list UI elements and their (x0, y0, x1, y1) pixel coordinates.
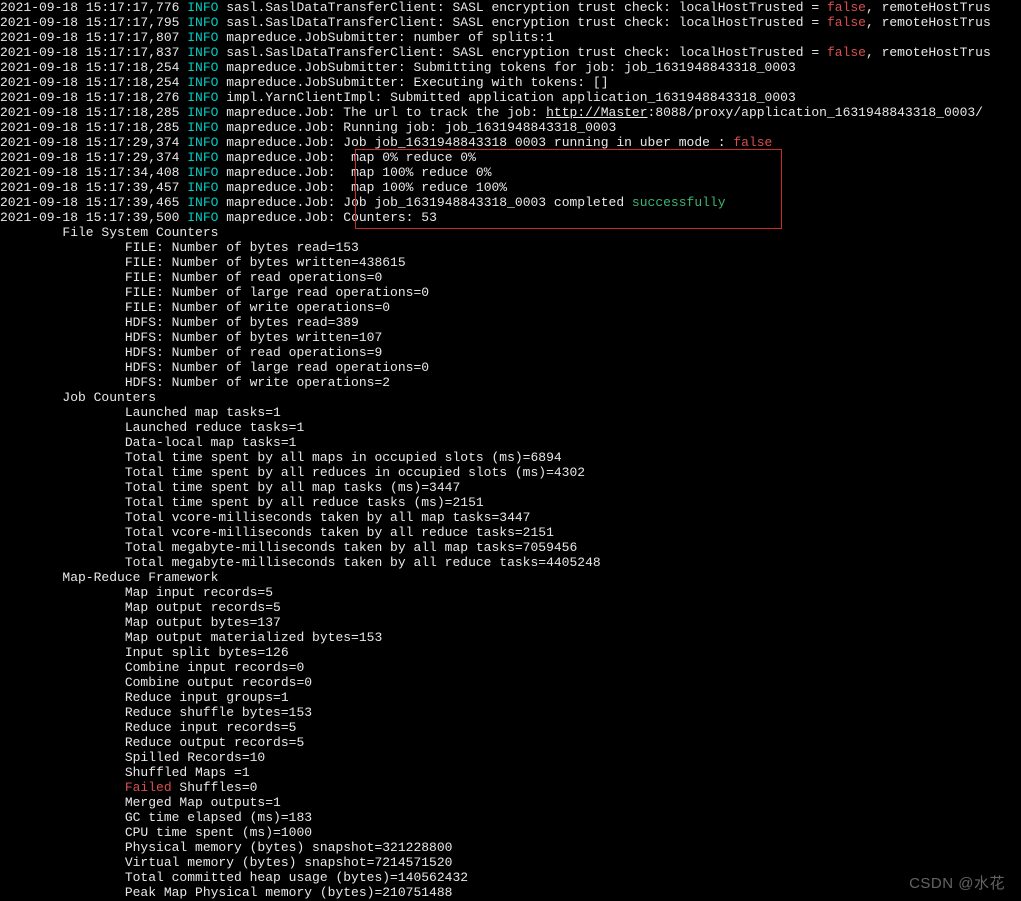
log-line: Combine input records=0 (0, 660, 1021, 675)
log-line: Failed Shuffles=0 (0, 780, 1021, 795)
log-line: 2021-09-18 15:17:34,408 INFO mapreduce.J… (0, 165, 1021, 180)
watermark: CSDN @水花 (909, 876, 1005, 891)
log-line: Shuffled Maps =1 (0, 765, 1021, 780)
log-line: FILE: Number of bytes read=153 (0, 240, 1021, 255)
log-line: 2021-09-18 15:17:18,285 INFO mapreduce.J… (0, 120, 1021, 135)
log-line: CPU time spent (ms)=1000 (0, 825, 1021, 840)
log-line: Total time spent by all reduces in occup… (0, 465, 1021, 480)
log-line: Total committed heap usage (bytes)=14056… (0, 870, 1021, 885)
log-line: Job Counters (0, 390, 1021, 405)
log-line: Map output records=5 (0, 600, 1021, 615)
log-line: Map output bytes=137 (0, 615, 1021, 630)
log-line: HDFS: Number of bytes read=389 (0, 315, 1021, 330)
log-line: 2021-09-18 15:17:17,807 INFO mapreduce.J… (0, 30, 1021, 45)
log-line: Reduce shuffle bytes=153 (0, 705, 1021, 720)
log-line: Map input records=5 (0, 585, 1021, 600)
log-line: FILE: Number of read operations=0 (0, 270, 1021, 285)
log-line: 2021-09-18 15:17:17,837 INFO sasl.SaslDa… (0, 45, 1021, 60)
log-line: Peak Map Physical memory (bytes)=2107514… (0, 885, 1021, 900)
log-line: Reduce input records=5 (0, 720, 1021, 735)
log-line: 2021-09-18 15:17:17,795 INFO sasl.SaslDa… (0, 15, 1021, 30)
log-line: Total vcore-milliseconds taken by all ma… (0, 510, 1021, 525)
log-line: Reduce input groups=1 (0, 690, 1021, 705)
log-line: Total vcore-milliseconds taken by all re… (0, 525, 1021, 540)
log-line: HDFS: Number of bytes written=107 (0, 330, 1021, 345)
log-line: 2021-09-18 15:17:18,276 INFO impl.YarnCl… (0, 90, 1021, 105)
log-line: Reduce output records=5 (0, 735, 1021, 750)
log-line: 2021-09-18 15:17:18,285 INFO mapreduce.J… (0, 105, 1021, 120)
log-line: HDFS: Number of write operations=2 (0, 375, 1021, 390)
log-line: FILE: Number of large read operations=0 (0, 285, 1021, 300)
log-line: Total time spent by all map tasks (ms)=3… (0, 480, 1021, 495)
log-line: 2021-09-18 15:17:29,374 INFO mapreduce.J… (0, 150, 1021, 165)
log-line: Total time spent by all maps in occupied… (0, 450, 1021, 465)
log-line: 2021-09-18 15:17:18,254 INFO mapreduce.J… (0, 75, 1021, 90)
log-line: 2021-09-18 15:17:39,465 INFO mapreduce.J… (0, 195, 1021, 210)
log-line: GC time elapsed (ms)=183 (0, 810, 1021, 825)
log-line: 2021-09-18 15:17:39,500 INFO mapreduce.J… (0, 210, 1021, 225)
log-line: Input split bytes=126 (0, 645, 1021, 660)
log-line: File System Counters (0, 225, 1021, 240)
log-line: Merged Map outputs=1 (0, 795, 1021, 810)
log-line: Spilled Records=10 (0, 750, 1021, 765)
log-line: FILE: Number of write operations=0 (0, 300, 1021, 315)
terminal-output: 2021-09-18 15:17:17,776 INFO sasl.SaslDa… (0, 0, 1021, 900)
log-line: Total megabyte-milliseconds taken by all… (0, 555, 1021, 570)
log-line: Map-Reduce Framework (0, 570, 1021, 585)
log-line: Map output materialized bytes=153 (0, 630, 1021, 645)
log-line: HDFS: Number of large read operations=0 (0, 360, 1021, 375)
log-line: 2021-09-18 15:17:18,254 INFO mapreduce.J… (0, 60, 1021, 75)
log-line: Total megabyte-milliseconds taken by all… (0, 540, 1021, 555)
log-line: Physical memory (bytes) snapshot=3212288… (0, 840, 1021, 855)
log-line: 2021-09-18 15:17:17,776 INFO sasl.SaslDa… (0, 0, 1021, 15)
log-line: Launched map tasks=1 (0, 405, 1021, 420)
log-line: Launched reduce tasks=1 (0, 420, 1021, 435)
log-line: 2021-09-18 15:17:29,374 INFO mapreduce.J… (0, 135, 1021, 150)
log-line: Virtual memory (bytes) snapshot=72145715… (0, 855, 1021, 870)
log-line: 2021-09-18 15:17:39,457 INFO mapreduce.J… (0, 180, 1021, 195)
log-line: Data-local map tasks=1 (0, 435, 1021, 450)
log-line: Total time spent by all reduce tasks (ms… (0, 495, 1021, 510)
log-line: Combine output records=0 (0, 675, 1021, 690)
log-line: FILE: Number of bytes written=438615 (0, 255, 1021, 270)
log-line: HDFS: Number of read operations=9 (0, 345, 1021, 360)
